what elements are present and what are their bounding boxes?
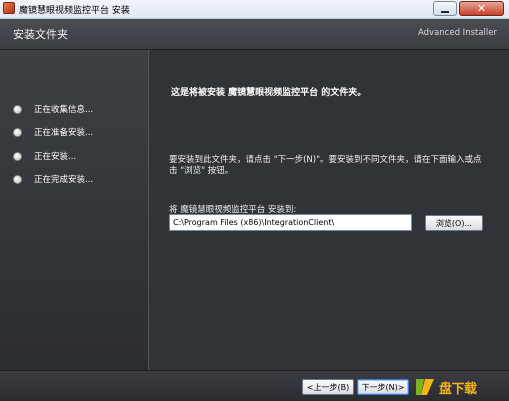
main-panel: 这是将被安装 魔镜慧眼视频监控平台 的文件夹。 要安装到此文件夹，请点击 "下一… xyxy=(149,50,509,370)
watermark: 盘下载 xyxy=(414,374,508,400)
next-button[interactable]: 下一步(N)> xyxy=(357,379,409,395)
dialog-header: 安装文件夹 Advanced Installer xyxy=(0,19,509,50)
step-label: 正在完成安装... xyxy=(34,175,94,185)
title-bar: 魔镜慧眼视频监控平台 安装 ✕ xyxy=(0,0,509,19)
steps-panel: 正在收集信息... 正在准备安装... 正在安装... 正在完成安装... xyxy=(0,50,149,370)
installer-brand: Advanced Installer xyxy=(418,28,497,38)
install-path-input[interactable] xyxy=(169,214,412,231)
step-bullet-icon xyxy=(13,104,22,114)
minimize-button[interactable] xyxy=(433,1,457,16)
step-bullet-icon xyxy=(13,174,22,184)
back-button[interactable]: <上一步(B) xyxy=(302,379,354,395)
step-collect-info: 正在收集信息... xyxy=(13,102,93,116)
page-title: 安装文件夹 xyxy=(13,28,68,41)
step-prepare-install: 正在准备安装... xyxy=(13,125,93,139)
watermark-logo-icon xyxy=(416,379,434,395)
step-bullet-icon xyxy=(13,127,22,137)
minimize-icon xyxy=(441,10,449,13)
window-title: 魔镜慧眼视频监控平台 安装 xyxy=(19,6,130,16)
step-label: 正在安装... xyxy=(34,152,77,162)
step-label: 正在准备安装... xyxy=(34,128,94,138)
instructions-text: 要安装到此文件夹，请点击 "下一步(N)"。要安装到不同文件夹，请在下面输入或点… xyxy=(169,155,482,176)
step-label: 正在收集信息... xyxy=(34,105,94,115)
app-icon xyxy=(3,2,15,14)
step-bullet-icon xyxy=(13,151,22,161)
watermark-text: 盘下载 xyxy=(439,381,477,397)
close-icon: ✕ xyxy=(476,2,487,15)
button-bar: <上一步(B) 下一步(N)> 盘下载 xyxy=(0,370,509,401)
section-heading: 这是将被安装 魔镜慧眼视频监控平台 的文件夹。 xyxy=(171,88,367,98)
step-installing: 正在安装... xyxy=(13,149,76,163)
step-finish-install: 正在完成安装... xyxy=(13,172,93,186)
close-button[interactable]: ✕ xyxy=(459,1,504,16)
browse-button[interactable]: 浏览(O)... xyxy=(425,215,483,231)
